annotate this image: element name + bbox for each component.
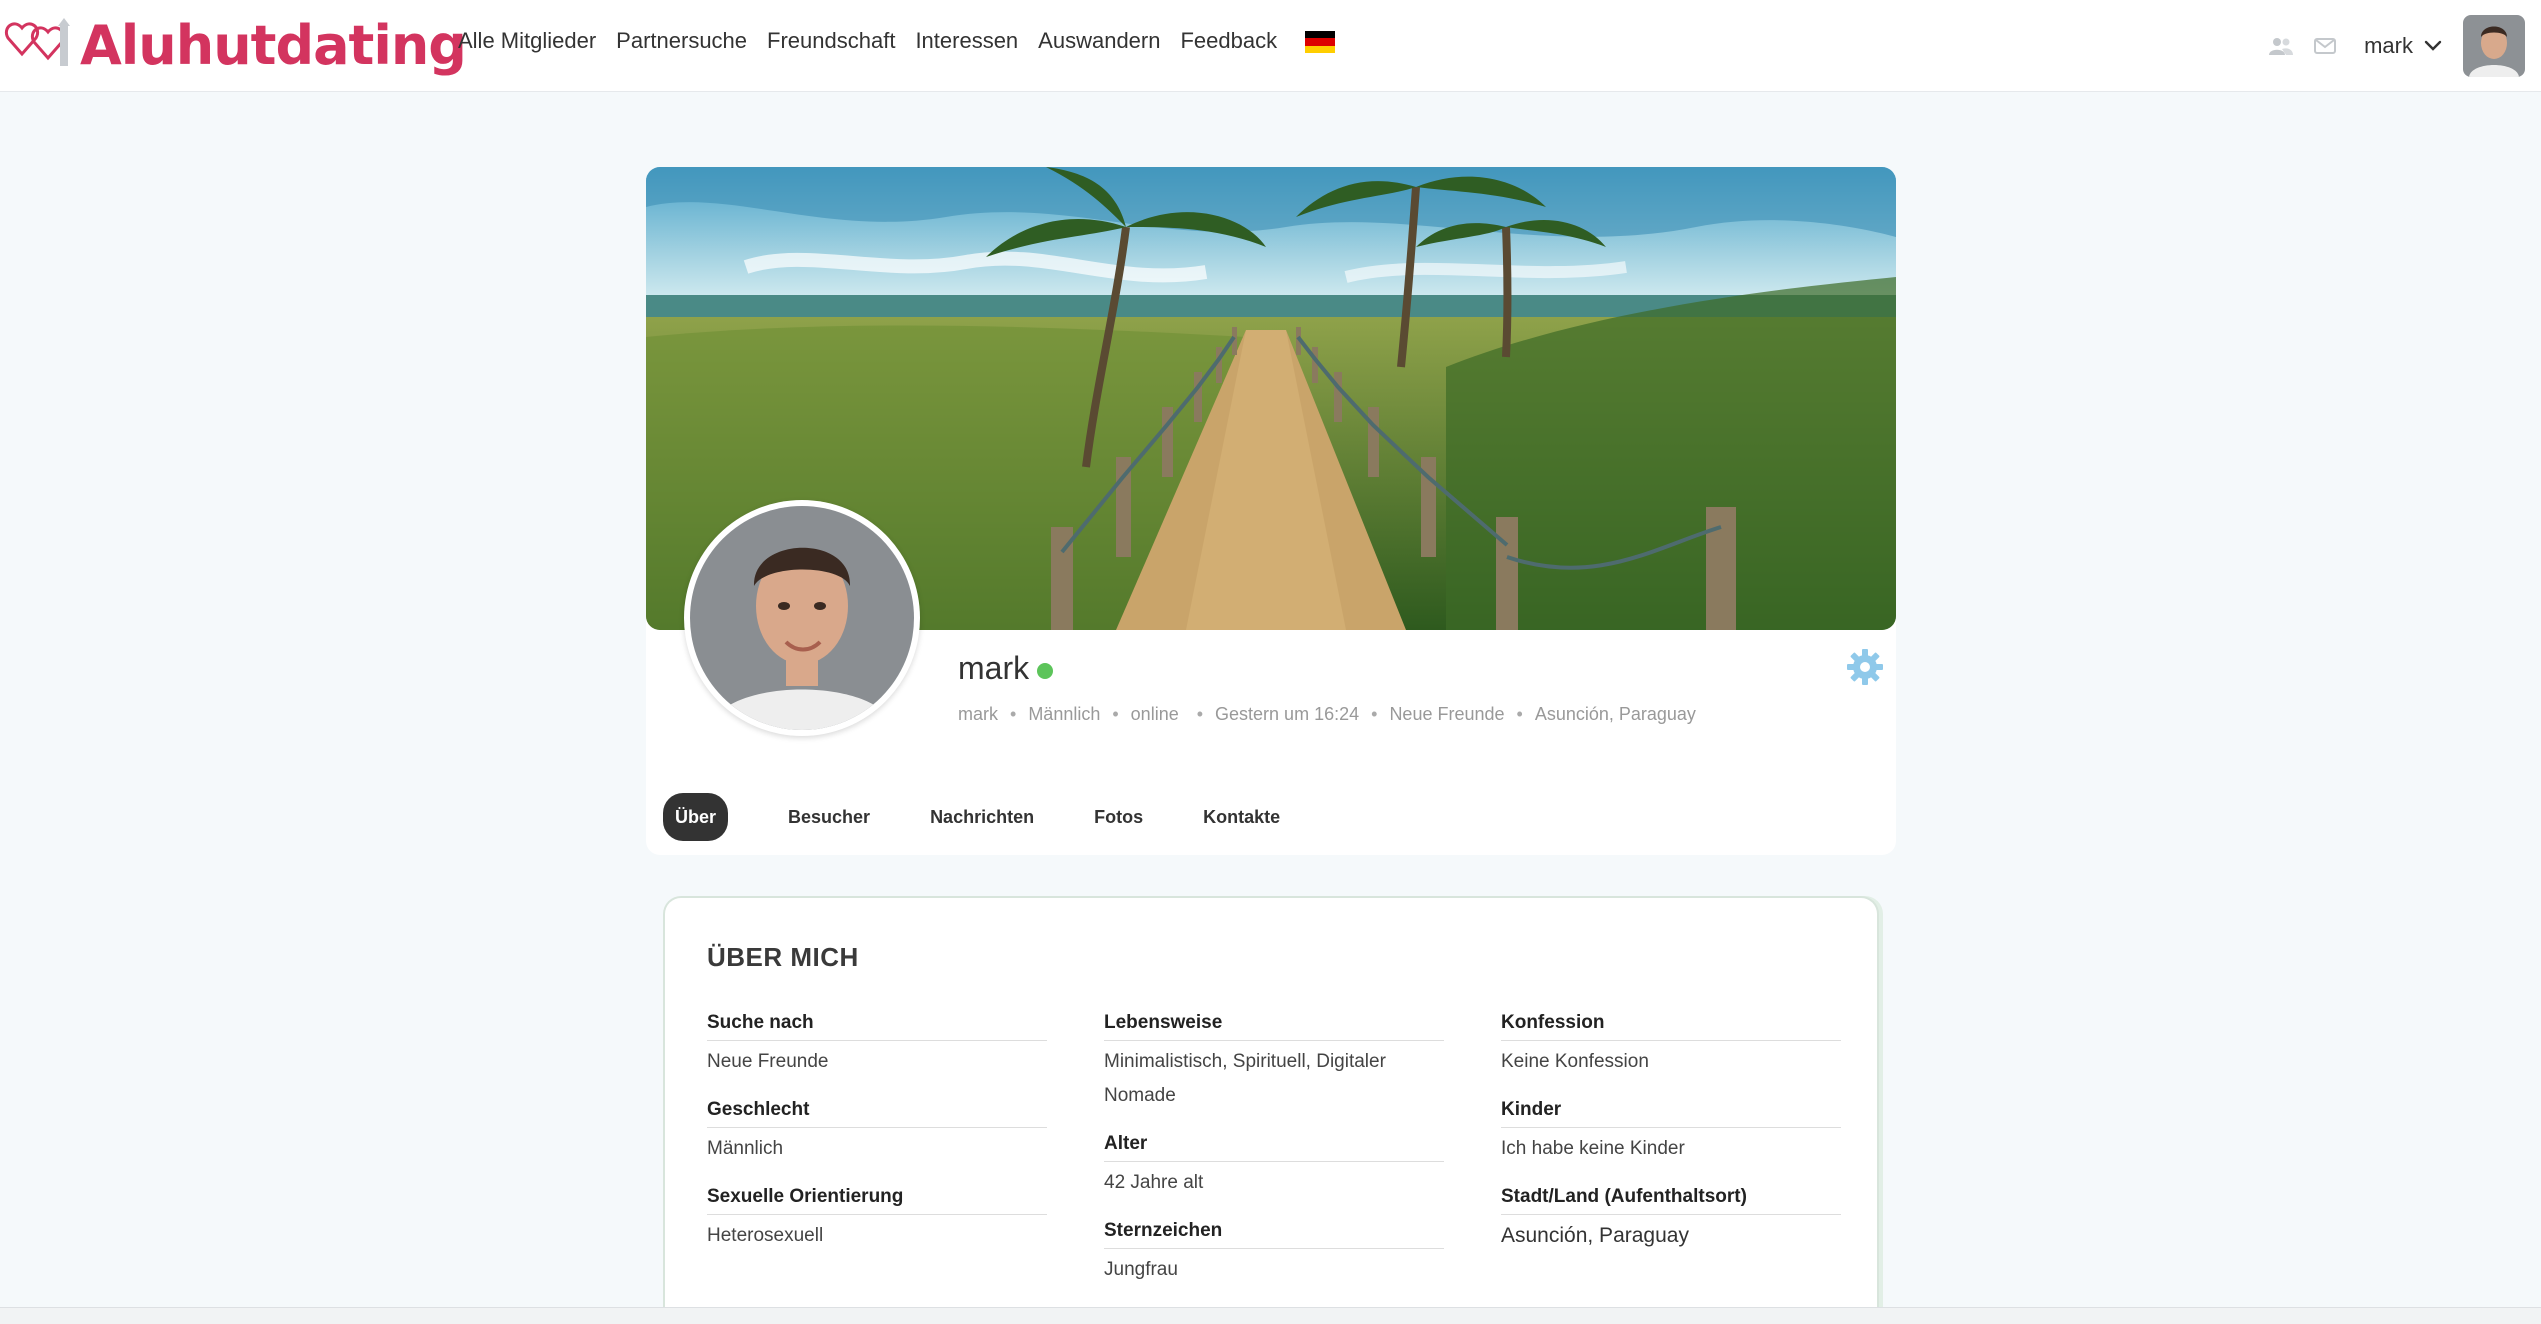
field-value: Jungfrau — [1104, 1259, 1178, 1280]
chevron-down-icon[interactable] — [2421, 34, 2445, 58]
field-lebensweise: Lebensweise Minimalistisch, Spirituell, … — [1104, 1012, 1444, 1113]
meta-separator: • — [1516, 704, 1523, 724]
tab-nachrichten[interactable]: Nachrichten — [918, 793, 1046, 841]
tab-fotos[interactable]: Fotos — [1082, 793, 1155, 841]
tab-kontakte[interactable]: Kontakte — [1191, 793, 1292, 841]
field-value: Asunción, Paraguay — [1501, 1224, 1689, 1247]
meta-location: Asunción, Paraguay — [1534, 704, 1696, 724]
header-avatar[interactable] — [2463, 15, 2525, 77]
meta-looking-for: Neue Freunde — [1389, 704, 1505, 724]
meta-last-seen: Gestern um 16:24 — [1215, 704, 1360, 724]
gear-icon[interactable] — [1845, 647, 1885, 687]
profile-name: mark — [958, 650, 1030, 686]
profile-avatar[interactable] — [684, 500, 920, 736]
field-geschlecht: Geschlecht Männlich — [707, 1099, 1047, 1166]
online-status-icon — [1037, 662, 1054, 679]
field-suche-nach: Suche nach Neue Freunde — [707, 1012, 1047, 1079]
field-value: Heterosexuell — [707, 1225, 824, 1246]
brand-name: Aluhutdating — [80, 14, 467, 77]
field-stadt-land: Stadt/Land (Aufenthaltsort) Asunción, Pa… — [1501, 1186, 1841, 1253]
profile-name-row: mark — [958, 650, 1054, 687]
field-sexuelle-orientierung: Sexuelle Orientierung Heterosexuell — [707, 1186, 1047, 1253]
nav-partnersuche[interactable]: Partnersuche — [616, 28, 747, 54]
header-user-tools: mark — [2266, 0, 2541, 92]
browser-status-strip — [0, 1307, 2541, 1324]
field-value: Ich habe keine Kinder — [1501, 1138, 1685, 1159]
field-value: Neue Freunde — [707, 1051, 829, 1072]
german-flag-icon[interactable] — [1305, 31, 1336, 53]
meta-separator: • — [1010, 704, 1017, 724]
meta-username: mark — [958, 704, 998, 724]
tab-ueber[interactable]: Über — [663, 793, 729, 841]
meta-status: online — [1130, 704, 1179, 724]
nav-alle-mitglieder[interactable]: Alle Mitglieder — [458, 28, 596, 54]
field-value: Männlich — [707, 1138, 784, 1159]
profile-card: mark — [646, 167, 1896, 855]
meta-separator: • — [1371, 704, 1378, 724]
field-value: 42 Jahre alt — [1104, 1172, 1204, 1193]
header-username[interactable]: mark — [2364, 33, 2413, 59]
field-label: Sexuelle Orientierung — [707, 1186, 1047, 1215]
field-label: Geschlecht — [707, 1099, 1047, 1128]
nav-freundschaft[interactable]: Freundschaft — [767, 28, 895, 54]
field-alter: Alter 42 Jahre alt — [1104, 1133, 1444, 1200]
field-label: Stadt/Land (Aufenthaltsort) — [1501, 1186, 1841, 1215]
about-column-2: Lebensweise Minimalistisch, Spirituell, … — [1104, 1012, 1444, 1307]
brand-logo[interactable]: Aluhutdating — [0, 14, 467, 78]
about-column-1: Suche nach Neue Freunde Geschlecht Männl… — [707, 1012, 1047, 1273]
field-label: Sternzeichen — [1104, 1220, 1444, 1249]
field-label: Suche nach — [707, 1012, 1047, 1041]
field-label: Lebensweise — [1104, 1012, 1444, 1041]
tab-besucher[interactable]: Besucher — [776, 793, 882, 841]
hearts-logo-icon — [5, 18, 70, 66]
field-label: Konfession — [1501, 1012, 1841, 1041]
field-value: Minimalistisch, Spirituell, Digitaler No… — [1104, 1051, 1386, 1106]
main-nav: Alle Mitglieder Partnersuche Freundschaf… — [458, 28, 1336, 54]
field-value: Keine Konfession — [1501, 1051, 1649, 1072]
field-sternzeichen: Sternzeichen Jungfrau — [1104, 1220, 1444, 1287]
about-section: ÜBER MICH Suche nach Neue Freunde Geschl… — [663, 896, 1879, 1324]
top-navbar: Aluhutdating Alle Mitglieder Partnersuch… — [0, 0, 2541, 92]
nav-auswandern[interactable]: Auswandern — [1038, 28, 1160, 54]
meta-separator: • — [1112, 704, 1119, 724]
nav-feedback[interactable]: Feedback — [1180, 28, 1277, 54]
field-kinder: Kinder Ich habe keine Kinder — [1501, 1099, 1841, 1166]
meta-separator: • — [1196, 704, 1204, 724]
nav-interessen[interactable]: Interessen — [915, 28, 1018, 54]
profile-tabs: Über Besucher Nachrichten Fotos Kontakte — [663, 793, 1328, 841]
field-label: Kinder — [1501, 1099, 1841, 1128]
profile-meta: mark • Männlich • online • Gestern um 16… — [958, 704, 1696, 725]
about-title: ÜBER MICH — [707, 942, 859, 972]
field-label: Alter — [1104, 1133, 1444, 1162]
mail-icon[interactable] — [2310, 31, 2340, 61]
field-konfession: Konfession Keine Konfession — [1501, 1012, 1841, 1079]
meta-gender: Männlich — [1028, 704, 1101, 724]
friends-icon[interactable] — [2266, 31, 2296, 61]
about-column-3: Konfession Keine Konfession Kinder Ich h… — [1501, 1012, 1841, 1273]
